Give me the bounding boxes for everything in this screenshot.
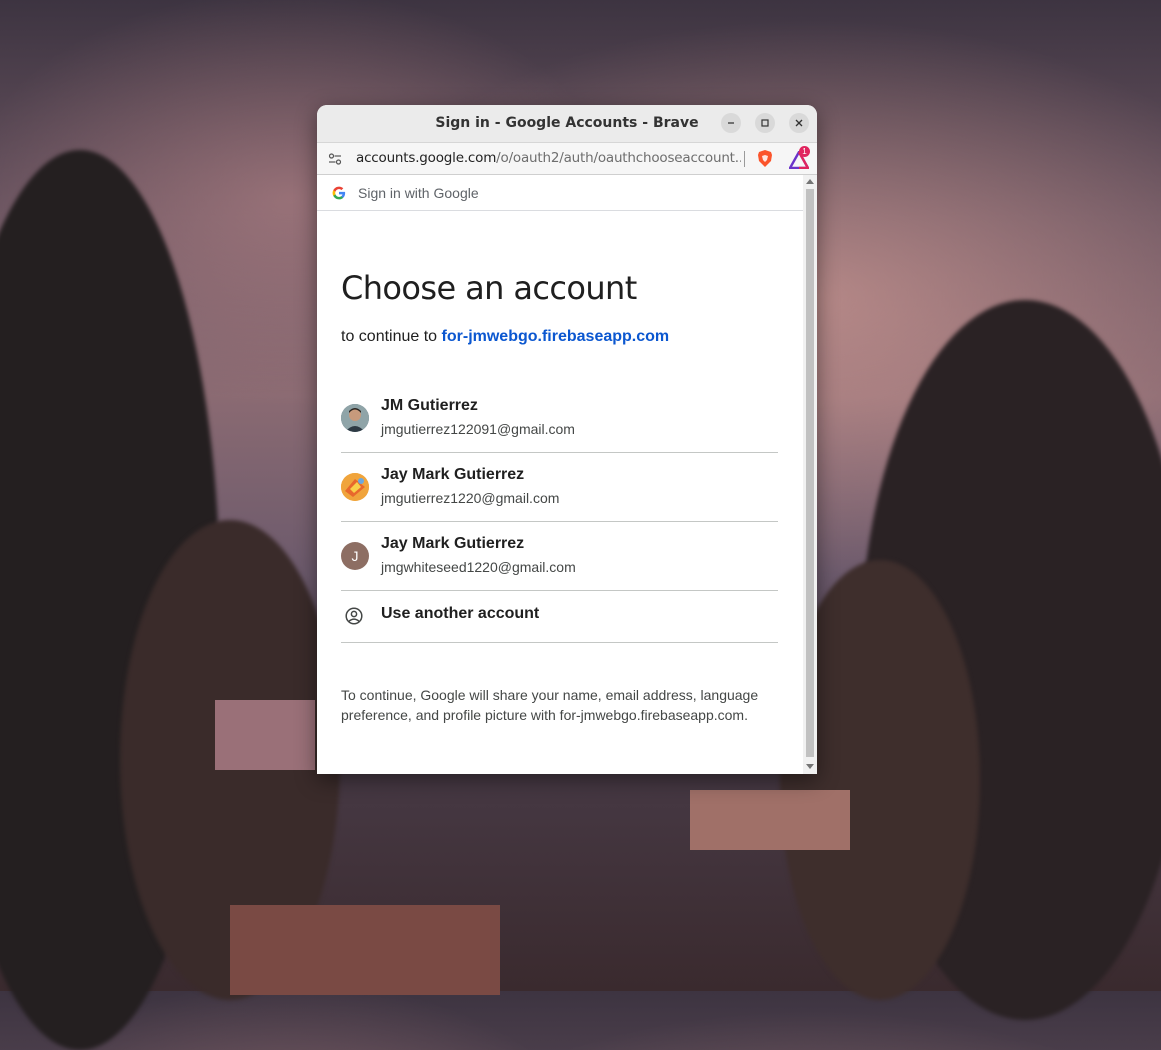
vertical-scrollbar[interactable]: [803, 175, 817, 774]
use-another-account-label: Use another account: [381, 605, 540, 622]
account-name: Jay Mark Gutierrez: [381, 466, 525, 483]
account-email: jmgutierrez1220@gmail.com: [381, 490, 560, 506]
site-info-icon[interactable]: [328, 152, 342, 166]
page-heading: Choose an account: [341, 269, 637, 307]
account-email: jmgwhiteseed1220@gmail.com: [381, 559, 576, 575]
address-divider: [744, 151, 745, 167]
consent-line: To continue, Google will share your name…: [341, 687, 759, 703]
window-title: Sign in - Google Accounts - Brave: [435, 115, 699, 131]
subtitle-prefix: to continue to: [341, 328, 438, 345]
minimize-icon: [728, 122, 734, 124]
brave-shields-icon[interactable]: [756, 149, 774, 168]
account-name: Jay Mark Gutierrez: [381, 535, 525, 552]
use-another-account-button[interactable]: Use another account: [341, 590, 778, 643]
account-item[interactable]: Jay Mark Gutierrez jmgutierrez1220@gmail…: [341, 453, 778, 522]
account-item[interactable]: J Jay Mark Gutierrez jmgwhiteseed1220@gm…: [341, 522, 778, 591]
consent-text: To continue, Google will share your name…: [341, 685, 781, 725]
avatar: [341, 473, 369, 501]
account-item[interactable]: JM Gutierrez jmgutierrez122091@gmail.com: [341, 384, 778, 453]
avatar-initial: J: [351, 548, 359, 564]
continue-subtitle: to continue to for-jmwebgo.firebaseapp.c…: [341, 328, 669, 346]
google-logo-icon: [332, 186, 346, 200]
maximize-button[interactable]: [755, 113, 775, 133]
scrollbar-thumb[interactable]: [806, 189, 814, 757]
close-button[interactable]: [789, 113, 809, 133]
url-path: /o/oauth2/auth/oauthchooseaccount...: [496, 150, 741, 166]
address-bar: accounts.google.com/o/oauth2/auth/oauthc…: [317, 143, 817, 175]
scroll-down-icon[interactable]: [806, 764, 814, 770]
url-field[interactable]: accounts.google.com/o/oauth2/auth/oauthc…: [356, 143, 741, 174]
profile-photo-icon: [341, 473, 369, 501]
account-circle-icon: [345, 607, 363, 625]
brave-rewards-button[interactable]: 1: [787, 146, 811, 169]
app-domain-link[interactable]: for-jmwebgo.firebaseapp.com: [442, 328, 670, 345]
google-signin-bar: Sign in with Google: [317, 175, 803, 211]
scroll-up-icon[interactable]: [806, 178, 814, 184]
browser-window: Sign in - Google Accounts - Brave accoun…: [317, 105, 817, 774]
signin-with-google-label: Sign in with Google: [358, 185, 479, 201]
avatar: J: [341, 542, 369, 570]
page-content: Sign in with Google Choose an account to…: [317, 175, 803, 774]
account-email: jmgutierrez122091@gmail.com: [381, 421, 575, 437]
rewards-badge: 1: [799, 146, 810, 157]
minimize-button[interactable]: [721, 113, 741, 133]
avatar: [341, 404, 369, 432]
profile-photo-icon: [341, 404, 369, 432]
url-host: accounts.google.com: [356, 150, 497, 166]
account-name: JM Gutierrez: [381, 397, 478, 414]
consent-line: preference, and profile picture with for…: [341, 707, 748, 723]
maximize-icon: [761, 119, 769, 127]
close-icon: [795, 119, 803, 127]
title-bar[interactable]: Sign in - Google Accounts - Brave: [317, 105, 817, 143]
